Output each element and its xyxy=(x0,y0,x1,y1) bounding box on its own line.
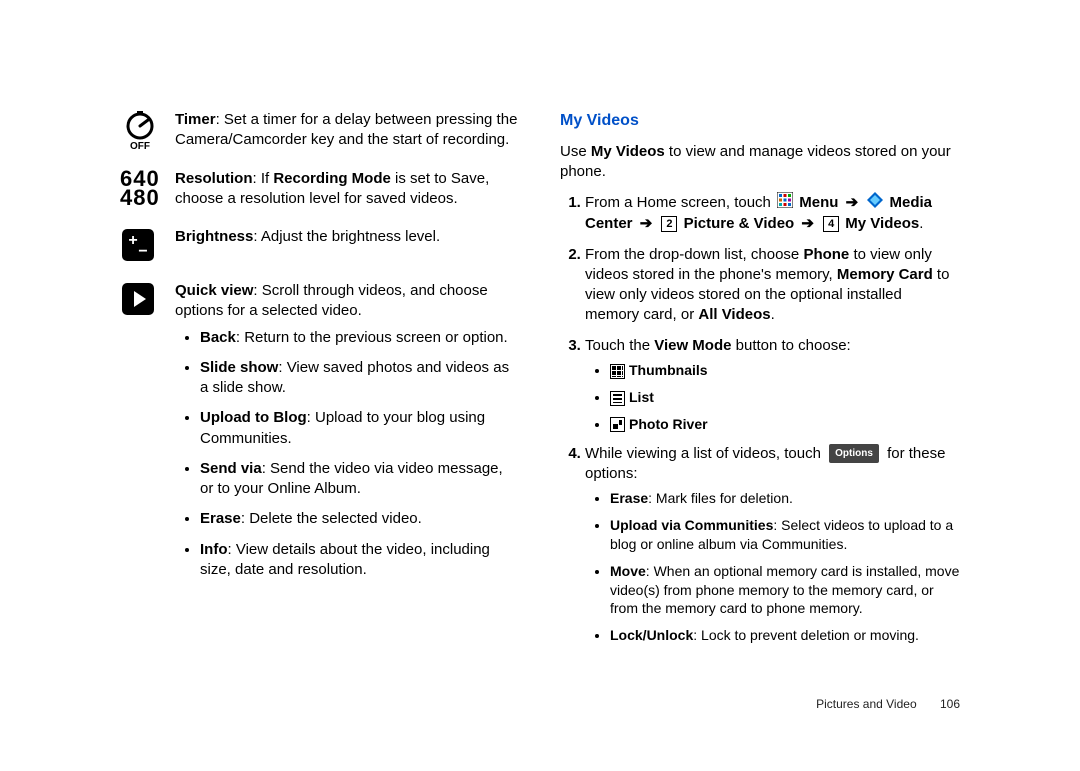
arrow-icon: ➔ xyxy=(801,215,814,232)
page: OFF Timer: Set a timer for a delay betwe… xyxy=(0,0,1080,771)
quickview-text: Quick view: Scroll through videos, and c… xyxy=(175,281,520,322)
resolution-row: 640 480 Resolution: If Recording Mode is… xyxy=(120,169,520,210)
left-column: OFF Timer: Set a timer for a delay betwe… xyxy=(120,110,520,655)
quickview-row: Quick view: Scroll through videos, and c… xyxy=(120,281,520,322)
list-item: List xyxy=(610,388,960,407)
timer-text: Timer: Set a timer for a delay between p… xyxy=(175,110,520,151)
svg-text:OFF: OFF xyxy=(130,141,150,150)
page-number: 106 xyxy=(940,697,960,711)
list-item: Photo River xyxy=(610,415,960,434)
thumbnails-icon xyxy=(610,364,625,379)
list-item: Erase: Delete the selected video. xyxy=(200,509,520,529)
brightness-text: Brightness: Adjust the brightness level. xyxy=(175,227,520,247)
list-item: Move: When an optional memory card is in… xyxy=(610,562,960,619)
step-1: From a Home screen, touch Menu ➔ Media C… xyxy=(585,192,960,235)
arrow-icon: ➔ xyxy=(846,194,859,211)
list-item: Erase: Mark files for deletion. xyxy=(610,489,960,508)
footer-section: Pictures and Video xyxy=(816,697,917,711)
resolution-icon: 640 480 xyxy=(120,169,175,209)
footer: Pictures and Video 106 xyxy=(816,697,960,711)
list-item: Upload to Blog: Upload to your blog usin… xyxy=(200,408,520,449)
columns: OFF Timer: Set a timer for a delay betwe… xyxy=(120,110,960,655)
badge-2: 2 xyxy=(661,216,677,232)
brightness-row: + − Brightness: Adjust the brightness le… xyxy=(120,227,520,263)
steps: From a Home screen, touch Menu ➔ Media C… xyxy=(560,192,960,645)
step-3: Touch the View Mode button to choose: Th… xyxy=(585,336,960,434)
apps-icon xyxy=(777,192,793,214)
right-column: My Videos Use My Videos to view and mana… xyxy=(560,110,960,655)
brightness-icon: + − xyxy=(120,227,175,263)
timer-label: Timer xyxy=(175,111,216,128)
badge-4: 4 xyxy=(823,216,839,232)
view-modes: Thumbnails List Photo River xyxy=(585,361,960,434)
resolution-text: Resolution: If Recording Mode is set to … xyxy=(175,169,520,210)
quickview-options: Back: Return to the previous screen or o… xyxy=(175,328,520,581)
list-item: Send via: Send the video via video messa… xyxy=(200,459,520,500)
step-4: While viewing a list of videos, touch Op… xyxy=(585,444,960,646)
quickview-list-row: Back: Return to the previous screen or o… xyxy=(120,328,520,591)
list-item: Info: View details about the video, incl… xyxy=(200,540,520,581)
section-heading: My Videos xyxy=(560,110,960,132)
list-icon xyxy=(610,391,625,406)
arrow-icon: ➔ xyxy=(640,215,653,232)
timer-row: OFF Timer: Set a timer for a delay betwe… xyxy=(120,110,520,151)
list-item: Back: Return to the previous screen or o… xyxy=(200,328,520,348)
svg-text:+: + xyxy=(128,232,137,249)
timer-icon: OFF xyxy=(120,110,175,150)
options-badge: Options xyxy=(829,444,879,464)
step-2: From the drop-down list, choose Phone to… xyxy=(585,245,960,326)
intro-line: Use My Videos to view and manage videos … xyxy=(560,142,960,183)
list-item: Lock/Unlock: Lock to prevent deletion or… xyxy=(610,626,960,645)
list-item: Thumbnails xyxy=(610,361,960,380)
play-icon xyxy=(120,281,175,317)
list-item: Slide show: View saved photos and videos… xyxy=(200,358,520,399)
media-icon xyxy=(867,192,883,214)
options-list: Erase: Mark files for deletion. Upload v… xyxy=(585,489,960,645)
svg-text:−: − xyxy=(138,243,147,260)
list-item: Upload via Communities: Select videos to… xyxy=(610,516,960,554)
photo-river-icon xyxy=(610,417,625,432)
